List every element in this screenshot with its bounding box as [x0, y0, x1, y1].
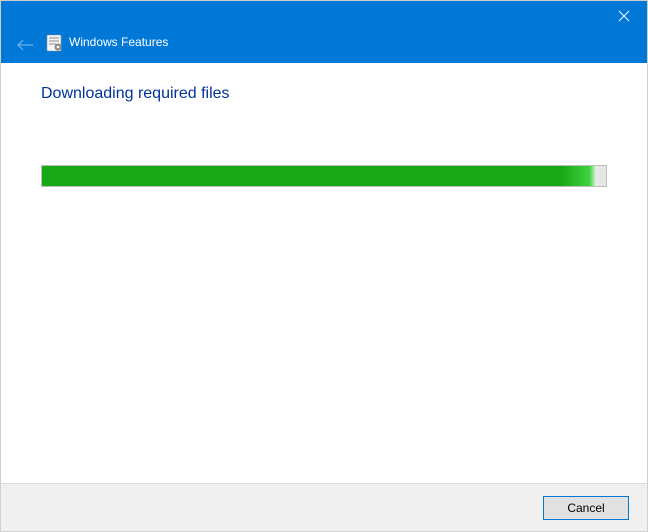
back-arrow-icon	[16, 38, 34, 52]
cancel-button[interactable]: Cancel	[543, 496, 629, 520]
progress-fill	[42, 166, 595, 186]
dialog-window: Windows Features Downloading required fi…	[0, 0, 648, 532]
windows-features-icon	[45, 34, 63, 52]
back-button	[15, 35, 35, 55]
progress-bar	[41, 165, 607, 187]
status-heading: Downloading required files	[41, 85, 607, 103]
titlebar: Windows Features	[1, 1, 647, 63]
close-button[interactable]	[601, 1, 647, 31]
footer: Cancel	[1, 483, 647, 531]
close-icon	[618, 10, 630, 22]
content-area: Downloading required files	[1, 63, 647, 483]
window-title: Windows Features	[69, 35, 168, 49]
